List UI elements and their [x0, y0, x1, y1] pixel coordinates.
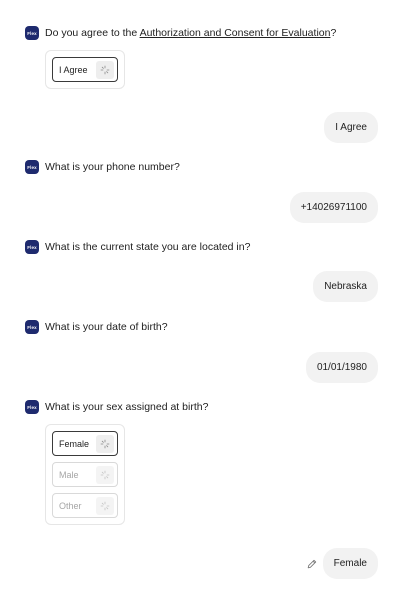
user-answer-dob: 01/01/1980 [305, 352, 378, 383]
option-label: Female [59, 438, 90, 449]
option-male[interactable]: Male [52, 462, 118, 487]
flex-logo-icon: Flex [25, 240, 39, 254]
flex-logo-icon: Flex [25, 160, 39, 174]
sparkle-icon[interactable] [96, 434, 114, 453]
flex-logo-icon: Flex [25, 400, 39, 414]
consent-link[interactable]: Authorization and Consent for Evaluation [140, 27, 331, 39]
sparkle-icon[interactable] [96, 60, 114, 79]
consent-question-prefix: Do you agree to the [45, 27, 140, 39]
sparkle-icon [96, 465, 114, 484]
option-female[interactable]: Female [52, 431, 118, 456]
dob-question: What is your date of birth? [45, 321, 168, 333]
user-answer-state: Nebraska [313, 271, 378, 302]
bot-message-consent: Flex Do you agree to the Authorization a… [25, 26, 336, 40]
option-label: I Agree [59, 64, 88, 75]
bot-message-state: Flex What is the current state you are l… [25, 240, 250, 254]
user-answer-phone: +14026971100 [289, 192, 378, 223]
option-label: Male [59, 469, 79, 480]
phone-question: What is your phone number? [45, 161, 180, 173]
option-i-agree[interactable]: I Agree [52, 57, 118, 82]
consent-options-card: I Agree [45, 50, 125, 89]
consent-question: Do you agree to the Authorization and Co… [45, 27, 336, 39]
flex-logo-icon: Flex [25, 320, 39, 334]
user-answer-consent: I Agree [324, 112, 378, 143]
bot-message-sex: Flex What is your sex assigned at birth? [25, 400, 208, 414]
sparkle-icon [96, 496, 114, 515]
pencil-icon[interactable] [306, 558, 318, 570]
chat-thread: Flex Do you agree to the Authorization a… [0, 0, 400, 600]
bot-message-phone: Flex What is your phone number? [25, 160, 180, 174]
sex-question: What is your sex assigned at birth? [45, 401, 209, 413]
state-question: What is the current state you are locate… [45, 241, 251, 253]
option-label: Other [59, 500, 82, 511]
sex-options-card: Female Male Other [45, 424, 125, 525]
bot-message-dob: Flex What is your date of birth? [25, 320, 168, 334]
flex-logo-icon: Flex [25, 26, 39, 40]
user-answer-sex: Female [322, 548, 378, 579]
consent-question-suffix: ? [330, 27, 337, 39]
option-other[interactable]: Other [52, 493, 118, 518]
